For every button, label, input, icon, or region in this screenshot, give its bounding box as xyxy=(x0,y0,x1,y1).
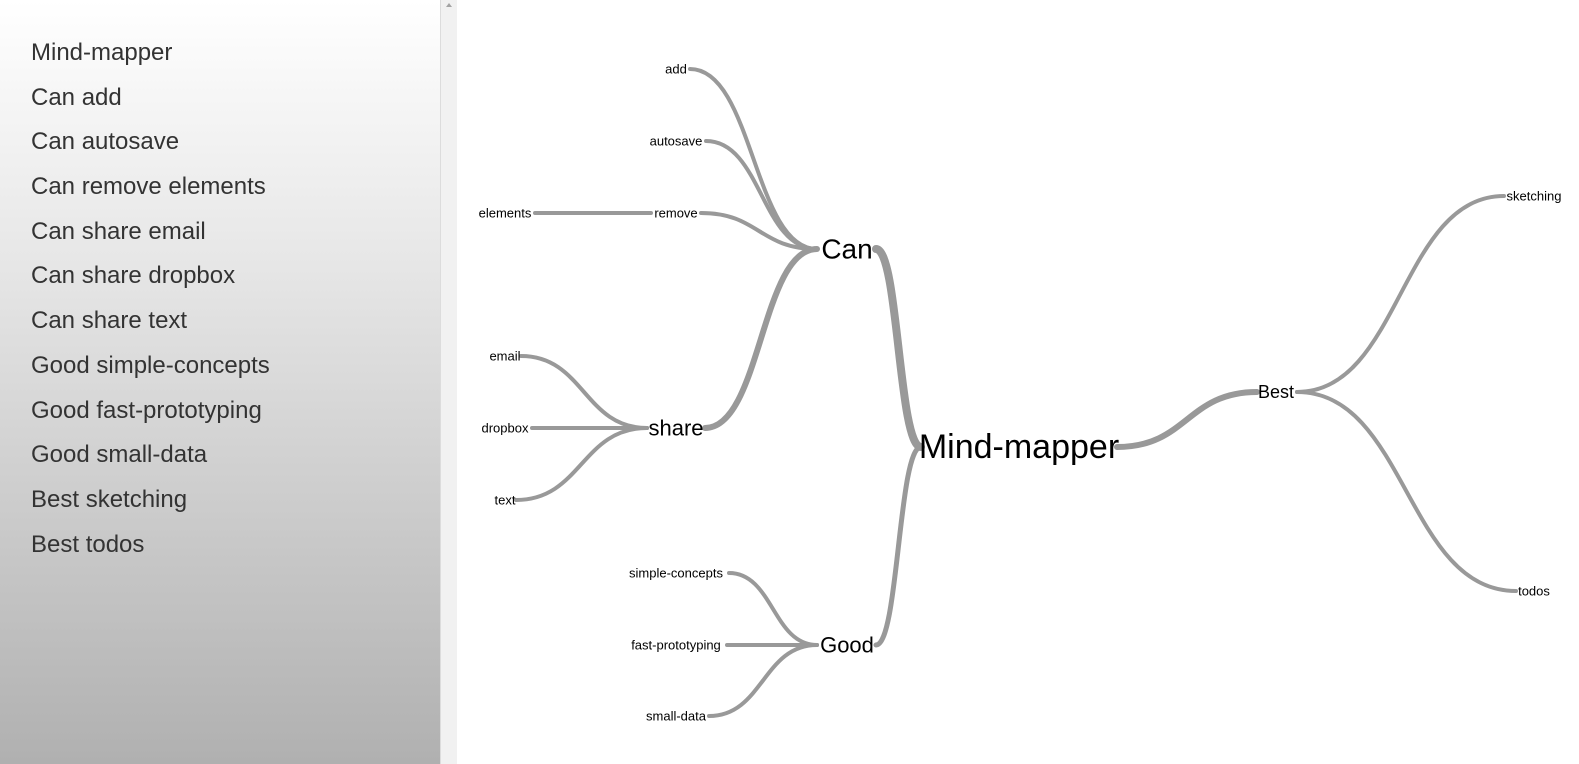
mindmap-edge xyxy=(1295,390,1518,593)
mindmap-node[interactable]: share xyxy=(648,416,703,441)
sidebar-item[interactable]: Best sketching xyxy=(31,478,440,523)
scroll-up-arrow-icon[interactable] xyxy=(446,3,452,7)
mindmap-svg: Mind-mapper Can Good Best add autosave remove e… xyxy=(479,62,1562,724)
mindmap-node[interactable]: remove xyxy=(654,206,697,221)
mindmap-node[interactable]: Can xyxy=(821,234,872,265)
sidebar-item[interactable]: Can add xyxy=(31,76,440,121)
scrollbar[interactable] xyxy=(440,0,457,764)
sidebar-item[interactable]: Can share email xyxy=(31,210,440,255)
sidebar-item[interactable]: Can autosave xyxy=(31,120,440,165)
sidebar-item[interactable]: Mind-mapper xyxy=(31,31,440,76)
mindmap-node[interactable]: text xyxy=(495,493,516,508)
mindmap-edge xyxy=(872,245,925,451)
sidebar-item[interactable]: Good simple-concepts xyxy=(31,344,440,389)
mindmap-node[interactable]: sketching xyxy=(1507,189,1562,204)
mindmap-node[interactable]: elements xyxy=(479,206,532,221)
mindmap-edge xyxy=(727,571,819,647)
mindmap-edge xyxy=(688,67,819,251)
mindmap-node[interactable]: simple-concepts xyxy=(629,566,723,581)
sidebar-item[interactable]: Can share text xyxy=(31,299,440,344)
mindmap-edge xyxy=(514,426,649,502)
mindmap-node[interactable]: todos xyxy=(1518,584,1550,599)
sidebar-item[interactable]: Can share dropbox xyxy=(31,254,440,299)
sidebar-item[interactable]: Good fast-prototyping xyxy=(31,389,440,434)
mindmap-node[interactable]: small-data xyxy=(646,709,707,724)
mindmap-node[interactable]: add xyxy=(665,62,687,77)
mindmap-edge xyxy=(702,246,820,431)
mindmap-node[interactable]: Mind-mapper xyxy=(919,428,1119,466)
sidebar: Mind-mapper Can add Can autosave Can remove… xyxy=(0,0,440,764)
sidebar-item[interactable]: Good small-data xyxy=(31,433,440,478)
mindmap-edge xyxy=(1114,389,1260,450)
mindmap-edge xyxy=(873,444,924,648)
mindmap-node[interactable]: dropbox xyxy=(482,421,529,436)
mindmap-node[interactable]: Best xyxy=(1258,382,1294,402)
sidebar-item[interactable]: Can remove elements xyxy=(31,165,440,210)
mindmap-node[interactable]: email xyxy=(489,349,520,364)
mindmap-edge xyxy=(707,643,819,718)
mindmap-node[interactable]: Good xyxy=(820,633,874,658)
mindmap-edge xyxy=(519,354,649,430)
mindmap-canvas[interactable]: Mind-mapper Can Good Best add autosave remove e… xyxy=(457,0,1579,764)
mindmap-edge xyxy=(1295,194,1506,394)
idea-list: Mind-mapper Can add Can autosave Can remove… xyxy=(0,0,440,567)
sidebar-item[interactable]: Best todos xyxy=(31,523,440,568)
mindmap-node[interactable]: fast-prototyping xyxy=(631,638,721,653)
mindmap-node[interactable]: autosave xyxy=(650,134,703,149)
